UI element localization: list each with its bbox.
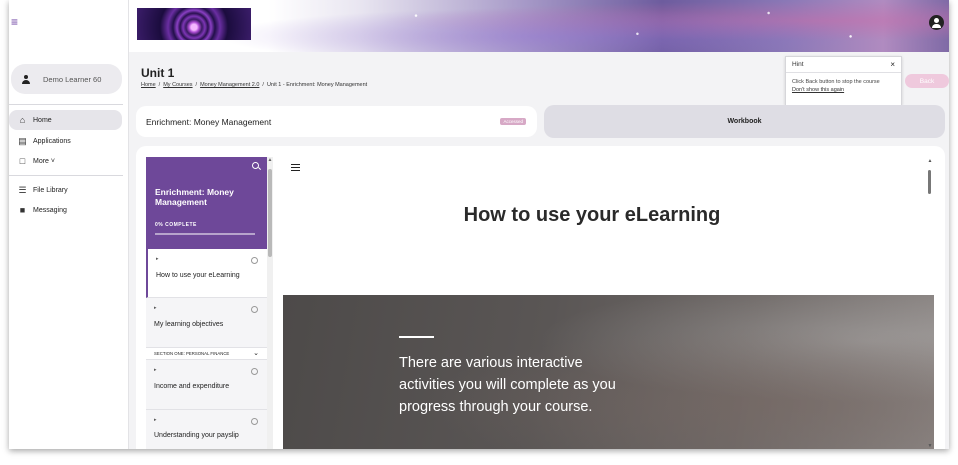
logo[interactable] xyxy=(137,8,251,40)
hint-popover: Hint × Click Back button to stop the cou… xyxy=(785,56,902,106)
hint-body: Click Back button to stop the course Don… xyxy=(786,73,901,94)
hint-title: Hint xyxy=(792,61,804,68)
lesson-content: How to use your eLearning There are vari… xyxy=(283,146,934,449)
nav-item-messaging[interactable]: ■ Messaging xyxy=(9,200,122,220)
nav-item-label: File Library xyxy=(33,186,68,194)
hint-message: Click Back button to stop the course xyxy=(792,79,880,85)
breadcrumb-separator: / xyxy=(158,82,161,88)
top-banner xyxy=(129,0,949,52)
workbook-button[interactable]: Workbook xyxy=(544,105,945,138)
lesson-title: How to use your eLearning xyxy=(463,204,721,226)
course-title-card: Enrichment: Money Management Accessed xyxy=(136,106,537,137)
breadcrumb-my-courses[interactable]: My Courses xyxy=(163,82,192,88)
lesson-item[interactable]: ▸ My learning objectives xyxy=(146,298,267,348)
user-name: Demo Learner 60 xyxy=(43,74,102,84)
nav-item-more[interactable]: □ More ˅ xyxy=(9,151,122,171)
section-header[interactable]: SECTION ONE: PERSONAL FINANCE ⌄ xyxy=(146,348,267,360)
back-button[interactable]: Back xyxy=(905,74,949,88)
breadcrumb-current: Unit 1 - Enrichment: Money Management xyxy=(266,82,368,88)
status-badge: Accessed xyxy=(500,118,526,125)
lesson-name: How to use your eLearning xyxy=(156,272,240,279)
breadcrumb: Home / My Courses / Money Management 2.0… xyxy=(141,82,367,88)
app-window: ≡ Demo Learner 60 ⌂ Home ▤ Applications … xyxy=(9,0,949,449)
progress-bar xyxy=(155,233,255,235)
scrollbar-thumb[interactable] xyxy=(928,170,931,194)
nav-divider xyxy=(9,104,123,105)
lesson-name: My learning objectives xyxy=(154,321,224,328)
toc-course-title: Enrichment: Money Management xyxy=(155,187,234,207)
nav-item-label: More ˅ xyxy=(33,157,55,165)
nav-item-applications[interactable]: ▤ Applications xyxy=(9,131,122,151)
close-icon[interactable]: × xyxy=(890,60,895,69)
lesson-item[interactable]: ▸ How to use your eLearning xyxy=(146,249,267,298)
page-title: Unit 1 xyxy=(141,66,175,80)
hint-header: Hint × xyxy=(786,57,901,73)
dont-show-again-link[interactable]: Don't show this again xyxy=(792,86,895,94)
lesson-name: Income and expenditure xyxy=(154,383,230,390)
chat-icon: ■ xyxy=(19,204,26,215)
table-of-contents: Enrichment: Money Management 0% COMPLETE… xyxy=(146,157,267,449)
course-player: Enrichment: Money Management 0% COMPLETE… xyxy=(136,146,945,449)
course-name: Enrichment: Money Management xyxy=(146,116,272,127)
nav-item-label: Home xyxy=(33,116,52,124)
sidebar: ≡ Demo Learner 60 ⌂ Home ▤ Applications … xyxy=(9,0,129,449)
breadcrumb-course[interactable]: Money Management 2.0 xyxy=(200,82,259,88)
nav-divider xyxy=(9,175,123,176)
completion-circle-icon xyxy=(251,368,258,375)
lesson-item[interactable]: ▸ Income and expenditure xyxy=(146,360,267,410)
scroll-up-arrow-icon[interactable]: ▲ xyxy=(926,158,934,164)
home-icon: ⌂ xyxy=(19,114,26,125)
breadcrumb-home[interactable]: Home xyxy=(141,82,156,88)
breadcrumb-separator: / xyxy=(195,82,198,88)
completion-circle-icon xyxy=(251,418,258,425)
library-icon: ☰ xyxy=(18,184,27,195)
completion-circle-icon xyxy=(251,306,258,313)
hero-image-block: There are various interactive activities… xyxy=(283,295,934,449)
toc-scrollbar[interactable]: ▲ xyxy=(267,157,273,449)
search-icon[interactable] xyxy=(252,162,259,169)
lesson-type-icon: ▸ xyxy=(154,417,157,423)
nav-item-label: Messaging xyxy=(33,206,67,214)
nav-item-label: Applications xyxy=(33,137,71,145)
lesson-type-icon: ▸ xyxy=(156,256,159,262)
completion-circle-icon xyxy=(251,257,258,264)
chevron-down-icon: ⌄ xyxy=(253,350,259,357)
toc-header: Enrichment: Money Management 0% COMPLETE xyxy=(146,157,267,249)
lesson-type-icon: ▸ xyxy=(154,367,157,373)
lesson-name: Understanding your payslip xyxy=(154,432,239,439)
content-scrollbar[interactable]: ▲ ▼ xyxy=(926,158,934,449)
file-icon: □ xyxy=(19,155,26,166)
nav-item-file-library[interactable]: ☰ File Library xyxy=(9,180,122,200)
lesson-item[interactable]: ▸ Understanding your payslip xyxy=(146,410,267,449)
menu-icon[interactable] xyxy=(291,164,300,171)
lesson-type-icon: ▸ xyxy=(154,305,157,311)
scroll-down-arrow-icon[interactable]: ▼ xyxy=(926,443,934,449)
user-card[interactable]: Demo Learner 60 xyxy=(11,64,122,94)
hero-text: There are various interactive activities… xyxy=(399,355,616,415)
user-icon xyxy=(22,74,30,84)
scroll-up-arrow-icon[interactable]: ▲ xyxy=(267,157,273,163)
scrollbar-thumb[interactable] xyxy=(268,169,272,257)
progress-label: 0% COMPLETE xyxy=(155,222,197,228)
breadcrumb-separator: / xyxy=(262,82,264,88)
profile-icon[interactable] xyxy=(929,15,944,30)
menu-toggle-icon[interactable]: ≡ xyxy=(11,15,21,29)
document-icon: ▤ xyxy=(18,135,27,146)
divider-line xyxy=(399,336,434,338)
section-title: SECTION ONE: PERSONAL FINANCE xyxy=(154,351,230,356)
nav-item-home[interactable]: ⌂ Home xyxy=(9,110,122,130)
